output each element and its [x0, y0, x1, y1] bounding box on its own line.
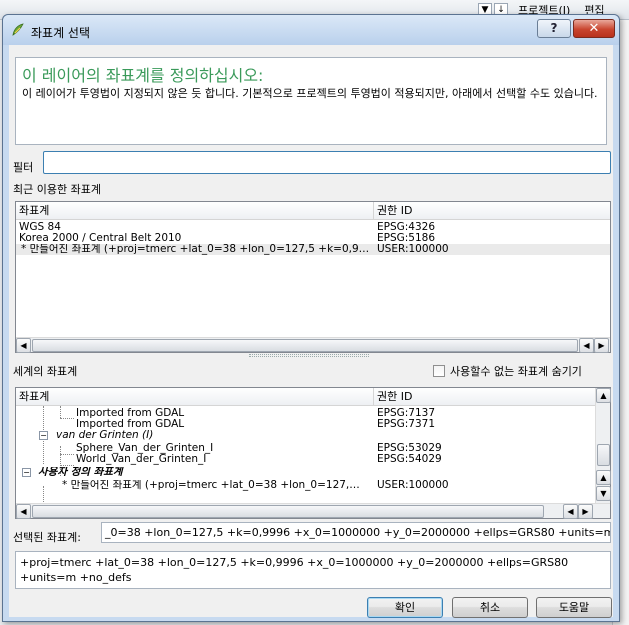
selected-crs-field: _0=38 +lon_0=127,5 +k=0,9996 +x_0=100000… [101, 522, 611, 543]
horizontal-scrollbar[interactable]: ◀ ◀ ▶ [16, 337, 610, 353]
recent-crs-label: 최근 이용한 좌표계 [13, 183, 101, 196]
column-header-crs[interactable]: 좌표계 [16, 202, 374, 220]
qgis-logo-icon [12, 23, 24, 36]
authority-id: USER:100000 [377, 244, 449, 255]
table-row[interactable]: Sphere_Van_der_Grinten_I EPSG:53029 [16, 443, 594, 454]
table-row[interactable]: Imported from GDAL EPSG:7371 [16, 419, 594, 430]
filter-label: 필터 [13, 161, 34, 174]
world-crs-table[interactable]: 좌표계 권한 ID Imported from GDAL EPSG:7137 I… [15, 387, 611, 519]
cancel-button[interactable]: 취소 [452, 597, 528, 618]
dialog-title: 좌표계 선택 [31, 26, 91, 40]
crs-dialog: 좌표계 선택 ? ✕ 이 레이어의 좌표계를 정의하십시오: 이 레이어가 투영… [2, 14, 620, 622]
authority-id: EPSG:53029 [377, 443, 442, 454]
crs-name: Imported from GDAL [76, 408, 185, 419]
column-header-crs[interactable]: 좌표계 [16, 388, 374, 406]
checkbox-icon[interactable] [433, 365, 445, 377]
scrollbar-thumb[interactable] [597, 444, 610, 466]
scroll-right-icon[interactable]: ▶ [594, 338, 609, 353]
scroll-left-icon[interactable]: ◀ [579, 338, 594, 353]
vertical-scrollbar[interactable]: ▲ ▲ ▼ [595, 388, 611, 503]
selected-crs-label: 선택된 좌표계: [13, 531, 81, 544]
scroll-left-icon[interactable]: ◀ [563, 504, 578, 519]
collapse-icon[interactable]: − [39, 431, 48, 440]
hide-deprecated-label: 사용할수 없는 좌표계 숨기기 [450, 365, 582, 378]
column-header-authority-id[interactable]: 권한 ID [374, 202, 610, 220]
crs-name: WGS 84 [19, 222, 61, 233]
authority-id: EPSG:7137 [377, 408, 436, 419]
crs-name: * 만들어진 좌표계 (+proj=tmerc +lat_0=38 +lon_0… [62, 480, 360, 491]
table-row[interactable]: Imported from GDAL EPSG:7137 [16, 408, 594, 419]
scroll-down-icon[interactable]: ▼ [596, 486, 611, 501]
dialog-titlebar[interactable]: 좌표계 선택 ? ✕ [3, 15, 619, 45]
tree-group-row[interactable]: − 사용자 정의 좌표계 [16, 467, 594, 478]
recent-crs-table[interactable]: 좌표계 권한 ID WGS 84 EPSG:4326 Korea 2000 / … [15, 201, 611, 353]
collapse-icon[interactable]: − [22, 468, 31, 477]
tree-connector [60, 465, 74, 466]
authority-id: EPSG:7371 [377, 419, 436, 430]
crs-name: Imported from GDAL [76, 419, 185, 430]
crs-name: World_Van_der_Grinten_I [76, 454, 207, 465]
scrollbar-thumb[interactable] [32, 339, 578, 352]
world-crs-label: 세계의 좌표계 [13, 365, 78, 378]
authority-id: EPSG:5186 [377, 233, 436, 244]
filter-input[interactable] [43, 151, 611, 174]
crs-name: Korea 2000 / Central Belt 2010 [19, 233, 182, 244]
help-button[interactable]: 도움말 [536, 597, 612, 618]
tree-group-row[interactable]: − van der Grinten (I) [16, 430, 594, 441]
column-header-authority-id[interactable]: 권한 ID [374, 388, 596, 406]
crs-name: Sphere_Van_der_Grinten_I [76, 443, 214, 454]
scroll-up-icon[interactable]: ▲ [596, 388, 611, 403]
table-row[interactable]: WGS 84 EPSG:4326 [16, 222, 610, 233]
table-row-selected[interactable]: * 만들어진 좌표계 (+proj=tmerc +lat_0=38 +lon_0… [16, 244, 610, 255]
message-box: 이 레이어의 좌표계를 정의하십시오: 이 레이어가 투영법이 지정되지 않은 … [15, 57, 607, 145]
crs-group-name: 사용자 정의 좌표계 [38, 467, 123, 478]
scroll-right-icon[interactable]: ▶ [578, 504, 593, 519]
authority-id: EPSG:4326 [377, 222, 436, 233]
table-row[interactable]: World_Van_der_Grinten_I EPSG:54029 [16, 454, 594, 465]
proj-string-box: +proj=tmerc +lat_0=38 +lon_0=127,5 +k=0,… [15, 551, 611, 589]
scroll-left-icon[interactable]: ◀ [16, 338, 31, 353]
table-header: 좌표계 권한 ID [16, 202, 610, 220]
horizontal-scrollbar[interactable]: ◀ ◀ ▶ [16, 503, 610, 519]
close-button[interactable]: ✕ [573, 19, 615, 38]
authority-id: USER:100000 [377, 480, 449, 491]
help-title-button[interactable]: ? [537, 19, 571, 38]
scroll-up-icon[interactable]: ▲ [596, 470, 611, 485]
table-row[interactable]: Korea 2000 / Central Belt 2010 EPSG:5186 [16, 233, 610, 244]
scroll-left-icon[interactable]: ◀ [16, 504, 31, 519]
crs-group-name: van der Grinten (I) [56, 430, 154, 441]
table-row[interactable]: * 만들어진 좌표계 (+proj=tmerc +lat_0=38 +lon_0… [16, 480, 594, 491]
message-heading: 이 레이어의 좌표계를 정의하십시오: [22, 66, 264, 85]
ok-button[interactable]: 확인 [367, 597, 443, 618]
hide-deprecated-checkbox[interactable]: 사용할수 없는 좌표계 숨기기 [433, 363, 582, 379]
scrollbar-thumb[interactable] [32, 505, 544, 518]
authority-id: EPSG:54029 [377, 454, 442, 465]
crs-name: * 만들어진 좌표계 (+proj=tmerc +lat_0=38 +lon_0… [21, 244, 370, 255]
table-header: 좌표계 권한 ID [16, 388, 596, 406]
splitter-handle[interactable] [249, 354, 369, 357]
dialog-client: 이 레이어의 좌표계를 정의하십시오: 이 레이어가 투영법이 지정되지 않은 … [9, 45, 613, 618]
message-body: 이 레이어가 투영법이 지정되지 않은 듯 합니다. 기본적으로 프로젝트의 투… [22, 87, 598, 100]
